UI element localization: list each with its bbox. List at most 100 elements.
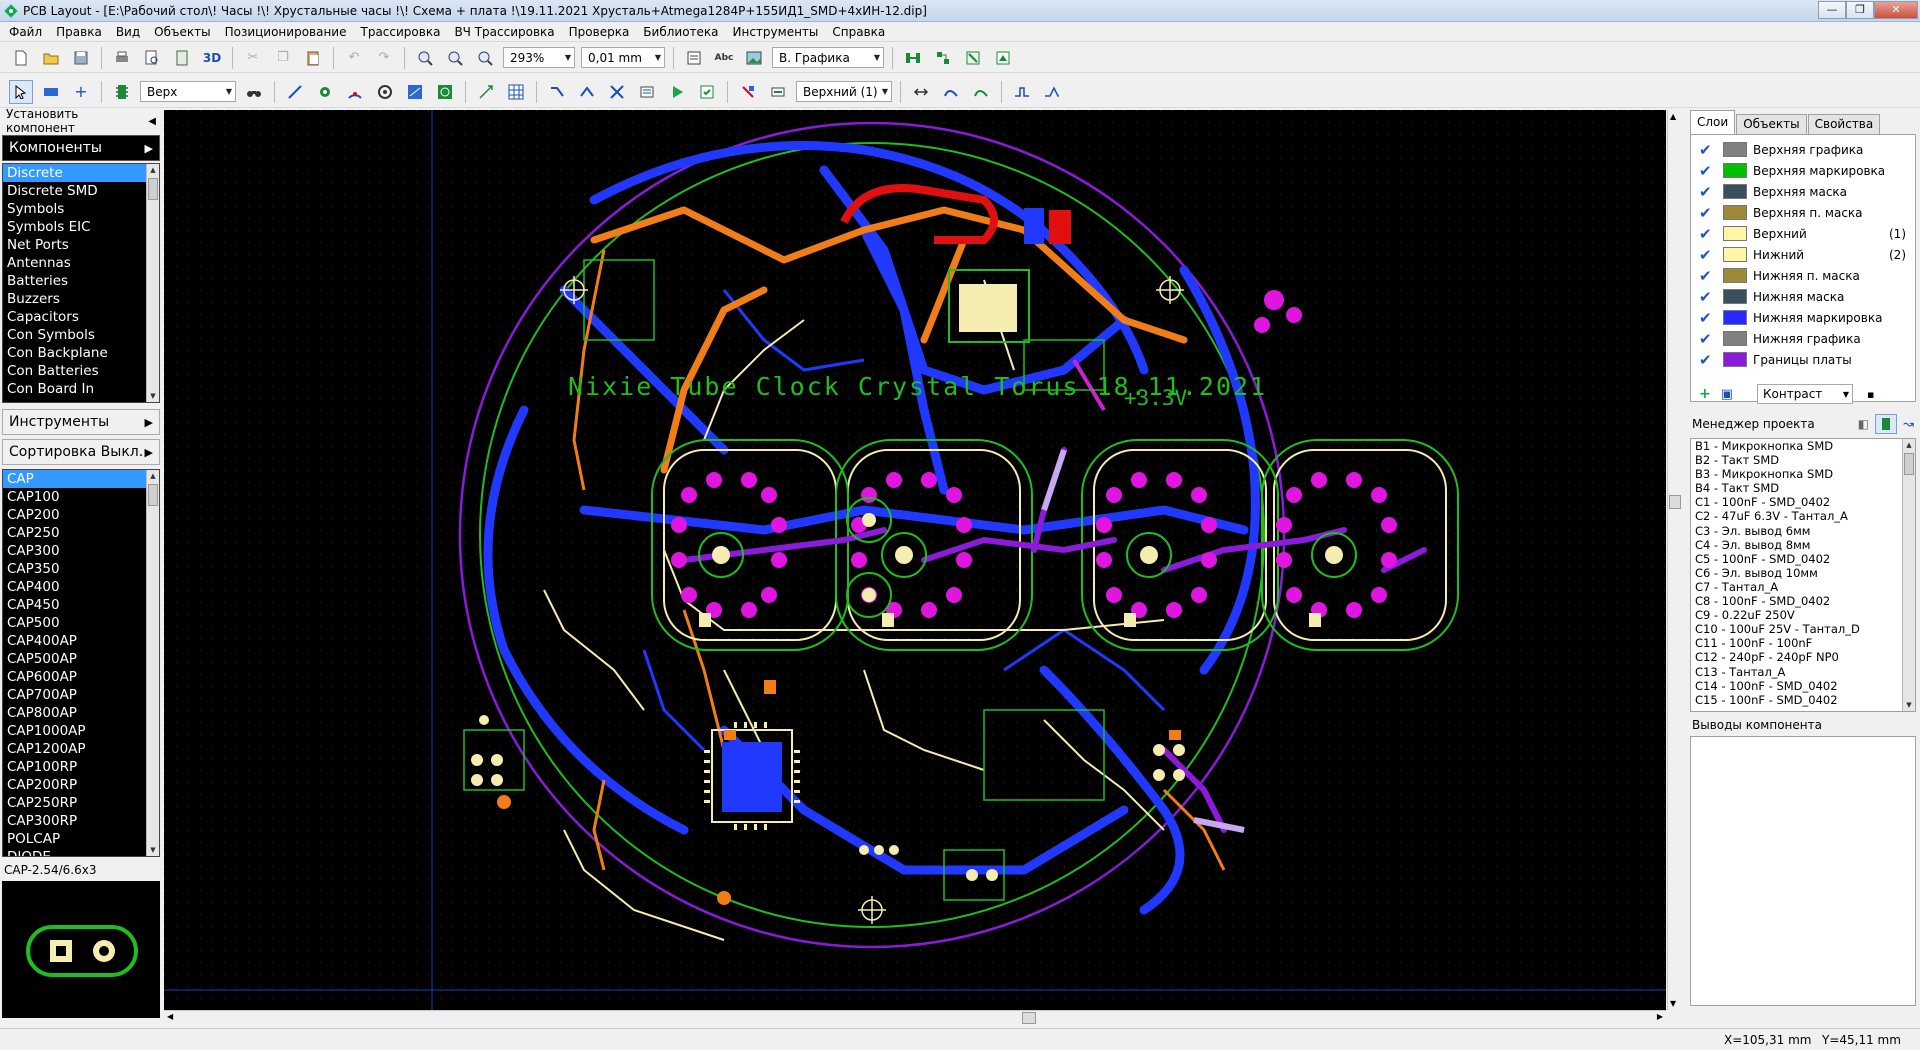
pm-nets-icon[interactable]: ↝	[1903, 417, 1914, 432]
component-tool-icon[interactable]	[110, 80, 134, 104]
project-item[interactable]: B4 - Такт SMD	[1691, 481, 1915, 495]
netlist-icon[interactable]	[931, 46, 955, 70]
new-file-icon[interactable]	[9, 46, 33, 70]
drc-check-icon[interactable]	[736, 80, 760, 104]
zoom-fit-icon[interactable]	[473, 46, 497, 70]
pcb-canvas[interactable]: Nixie Tube Clock Crystal Torus 18.11.202…	[164, 110, 1666, 1010]
project-item[interactable]: B2 - Такт SMD	[1691, 453, 1915, 467]
category-item[interactable]: Discrete SMD	[3, 182, 159, 200]
part-item[interactable]: CAP	[3, 470, 159, 488]
dimension-tool-icon[interactable]	[474, 80, 498, 104]
pointer-tool-icon[interactable]	[9, 79, 33, 104]
minimize-button[interactable]: —	[1818, 1, 1846, 19]
layer-color-swatch[interactable]	[1723, 331, 1747, 346]
checkmark-icon[interactable]: ✔	[1699, 288, 1717, 306]
part-item[interactable]: CAP100	[3, 488, 159, 506]
add-layer-icon[interactable]: +	[1699, 386, 1711, 402]
category-item[interactable]: Discrete	[3, 164, 159, 182]
project-item[interactable]: C6 - Эл. вывод 10мм	[1691, 566, 1915, 580]
layer-color-swatch[interactable]	[1723, 247, 1747, 262]
checkmark-icon[interactable]: ✔	[1699, 183, 1717, 201]
menu-edit[interactable]: Правка	[49, 22, 109, 42]
part-item[interactable]: CAP450	[3, 596, 159, 614]
text-abc-button[interactable]: Abc	[712, 46, 736, 70]
layer-row[interactable]: ✔ Верхняя маркировка	[1691, 160, 1915, 181]
zoom-combo[interactable]: 293% ▼	[503, 47, 575, 68]
zoom-in-icon[interactable]	[413, 46, 437, 70]
tab-objects[interactable]: Объекты	[1736, 114, 1807, 134]
layer-color-swatch[interactable]	[1723, 289, 1747, 304]
rf-edit-icon[interactable]	[969, 80, 993, 104]
copy-icon[interactable]: ❐	[271, 46, 295, 70]
category-item[interactable]: Con Board In	[3, 380, 159, 398]
close-button[interactable]: ✕	[1874, 1, 1918, 19]
menu-check[interactable]: Проверка	[562, 22, 637, 42]
menu-positioning[interactable]: Позиционирование	[218, 22, 354, 42]
project-item[interactable]: C13 - Тантал_А	[1691, 665, 1915, 679]
project-item[interactable]: C15 - 100nF - SMD_0402	[1691, 693, 1915, 707]
menu-library[interactable]: Библиотека	[636, 22, 725, 42]
view-mode-combo[interactable]: В. Графика ▼	[772, 47, 884, 68]
project-item[interactable]: C8 - 100nF - SMD_0402	[1691, 594, 1915, 608]
part-item[interactable]: CAP500	[3, 614, 159, 632]
project-item[interactable]: C10 - 100uF 25V - Тантал_D	[1691, 622, 1915, 636]
part-item[interactable]: CAP250RP	[3, 794, 159, 812]
board-props-icon[interactable]	[991, 46, 1015, 70]
checkmark-icon[interactable]: ✔	[1699, 309, 1717, 327]
parts-scrollbar[interactable]: ▲ ▼	[146, 470, 159, 856]
undo-icon[interactable]: ↶	[342, 46, 366, 70]
autoroute-settings-icon[interactable]	[695, 80, 719, 104]
rf-route-icon[interactable]	[939, 80, 963, 104]
zoom-out-icon[interactable]	[443, 46, 467, 70]
print-preview-icon[interactable]	[140, 46, 164, 70]
open-folder-icon[interactable]	[39, 46, 63, 70]
project-item[interactable]: C2 - 47uF 6.3V - Тантал_А	[1691, 509, 1915, 523]
tools-dropdown[interactable]: Инструменты ▶	[2, 409, 160, 435]
layer-row[interactable]: ✔ Верхняя маска	[1691, 181, 1915, 202]
part-item[interactable]: CAP200	[3, 506, 159, 524]
part-item[interactable]: CAP1000AP	[3, 722, 159, 740]
pm-components-icon[interactable]	[1875, 414, 1898, 434]
part-item[interactable]: CAP100RP	[3, 758, 159, 776]
component-pins-list[interactable]	[1690, 736, 1916, 1006]
project-list-scrollbar[interactable]: ▲ ▼	[1902, 439, 1915, 711]
project-item[interactable]: C7 - Тантал_А	[1691, 580, 1915, 594]
pm-collapse-icon[interactable]: ◧	[1858, 417, 1869, 431]
export-icon[interactable]	[170, 46, 194, 70]
connection-check-icon[interactable]	[766, 80, 790, 104]
category-item[interactable]: Batteries	[3, 272, 159, 290]
layer-menu-icon[interactable]: ▪	[1867, 388, 1874, 401]
layer-row[interactable]: ✔ Нижняя графика	[1691, 328, 1915, 349]
menu-view[interactable]: Вид	[109, 22, 147, 42]
layer-row[interactable]: ✔ Нижняя маркировка	[1691, 307, 1915, 328]
pad-tool-icon[interactable]	[313, 80, 337, 104]
route-tool-icon[interactable]	[545, 80, 569, 104]
project-item[interactable]: C3 - Эл. вывод 6мм	[1691, 524, 1915, 538]
category-item[interactable]: Capacitors	[3, 308, 159, 326]
paste-icon[interactable]	[301, 46, 325, 70]
project-item[interactable]: B1 - Микрокнопка SMD	[1691, 439, 1915, 453]
category-item[interactable]: Con Backplane	[3, 344, 159, 362]
menu-tools[interactable]: Инструменты	[726, 22, 826, 42]
checkmark-icon[interactable]: ✔	[1699, 162, 1717, 180]
polygon-tool-icon[interactable]	[403, 80, 427, 104]
layer-color-swatch[interactable]	[1723, 352, 1747, 367]
project-item[interactable]: C1 - 100nF - SMD_0402	[1691, 495, 1915, 509]
cut-icon[interactable]: ✂	[241, 46, 265, 70]
menu-file[interactable]: Файл	[2, 22, 49, 42]
layer-color-swatch[interactable]	[1723, 163, 1747, 178]
project-item[interactable]: C9 - 0.22uF 250V	[1691, 608, 1915, 622]
project-item[interactable]: C5 - 100nF - SMD_0402	[1691, 552, 1915, 566]
category-list[interactable]: Discrete Discrete SMD Symbols Symbols EI…	[2, 163, 160, 403]
route-edit-icon[interactable]	[575, 80, 599, 104]
parts-list[interactable]: CAP CAP100 CAP200 CAP250 CAP300 CAP350 C…	[2, 469, 160, 857]
part-item[interactable]: CAP400AP	[3, 632, 159, 650]
checkmark-icon[interactable]: ✔	[1699, 330, 1717, 348]
image-icon[interactable]	[742, 46, 766, 70]
menu-routing[interactable]: Трассировка	[354, 22, 448, 42]
checkmark-icon[interactable]: ✔	[1699, 267, 1717, 285]
part-item[interactable]: CAP250	[3, 524, 159, 542]
collapse-left-icon[interactable]: ◀	[148, 116, 156, 127]
route-cut-icon[interactable]	[605, 80, 629, 104]
find-icon[interactable]	[242, 80, 266, 104]
